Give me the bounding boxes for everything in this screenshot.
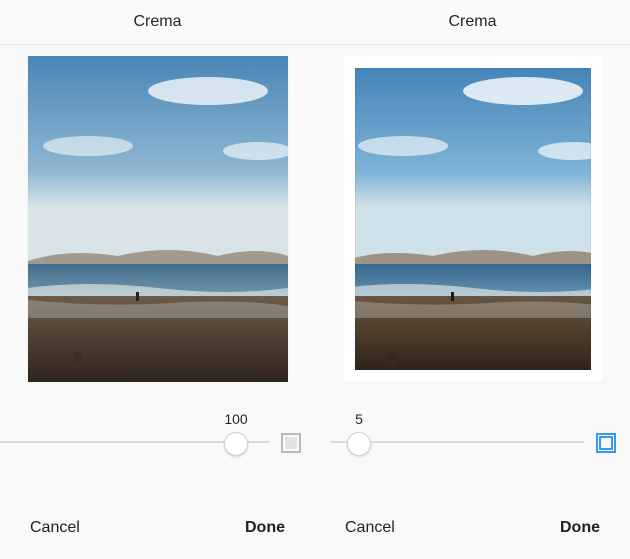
bottom-bar: Cancel Done — [0, 497, 315, 559]
editor-panel-left: Crema — [0, 0, 315, 559]
cancel-button[interactable]: Cancel — [345, 519, 395, 537]
app-root: Crema — [0, 0, 630, 559]
slider-area: 100 — [0, 385, 315, 497]
bottom-bar: Cancel Done — [315, 497, 630, 559]
intensity-slider-thumb[interactable] — [347, 432, 371, 456]
frame-toggle-icon[interactable] — [596, 433, 616, 453]
beach-photo — [28, 56, 288, 382]
slider-value-label: 5 — [355, 411, 363, 427]
frame-toggle-icon[interactable] — [281, 433, 301, 453]
cancel-button[interactable]: Cancel — [30, 519, 80, 537]
editor-panel-right: Crema — [315, 0, 630, 559]
done-button[interactable]: Done — [560, 519, 600, 537]
intensity-slider-thumb[interactable] — [224, 432, 248, 456]
done-button[interactable]: Done — [245, 519, 285, 537]
photo-preview-area — [0, 45, 315, 385]
filter-title: Crema — [0, 0, 315, 45]
photo-preview[interactable] — [28, 56, 288, 382]
slider-value-label: 100 — [224, 411, 247, 427]
photo-preview[interactable] — [343, 56, 603, 382]
filter-title: Crema — [315, 0, 630, 45]
photo-preview-area — [315, 45, 630, 385]
beach-photo — [343, 56, 603, 382]
slider-area: 5 — [315, 385, 630, 497]
